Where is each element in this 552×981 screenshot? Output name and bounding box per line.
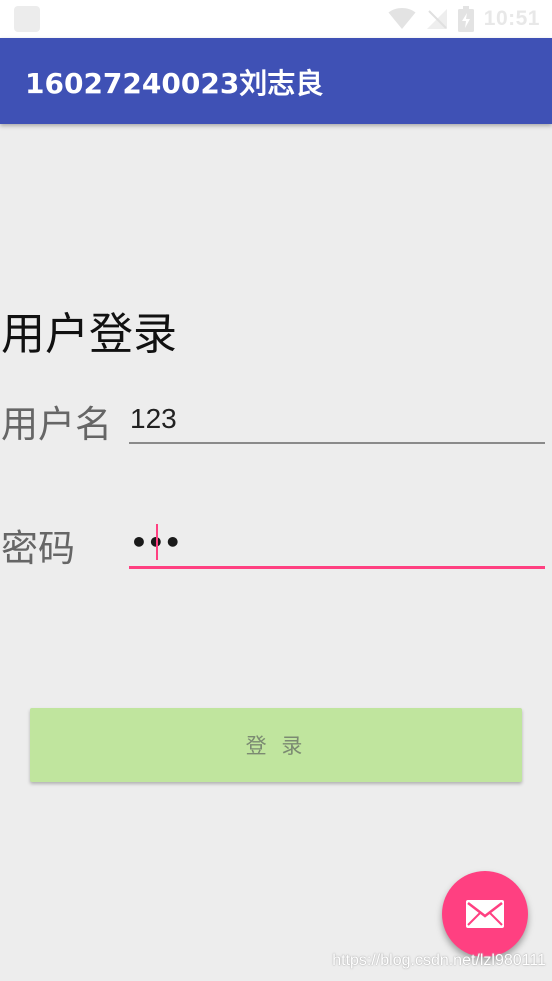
watermark: https://blog.csdn.net/lzl980111 [332,952,546,969]
text-cursor [156,524,158,560]
login-button[interactable]: 登 录 [30,708,522,782]
username-label: 用户名 [1,403,112,446]
no-signal-icon [426,8,448,30]
email-icon [466,900,504,928]
status-clock: 10:51 [483,7,540,30]
app-title: 16027240023刘志良 [25,67,324,100]
password-label: 密码 [1,527,75,570]
login-heading: 用户登录 [1,309,177,360]
app-bar: 16027240023刘志良 [0,38,552,124]
notification-icon [14,6,40,32]
username-value: 123 [130,403,177,434]
battery-charging-icon [457,6,474,32]
status-icons: 10:51 [388,0,540,38]
username-field[interactable]: 123 [129,398,545,444]
email-fab-button[interactable] [442,871,528,957]
status-bar: 10:51 [0,0,552,38]
wifi-icon [388,8,416,30]
password-field[interactable]: ••• [129,522,545,569]
